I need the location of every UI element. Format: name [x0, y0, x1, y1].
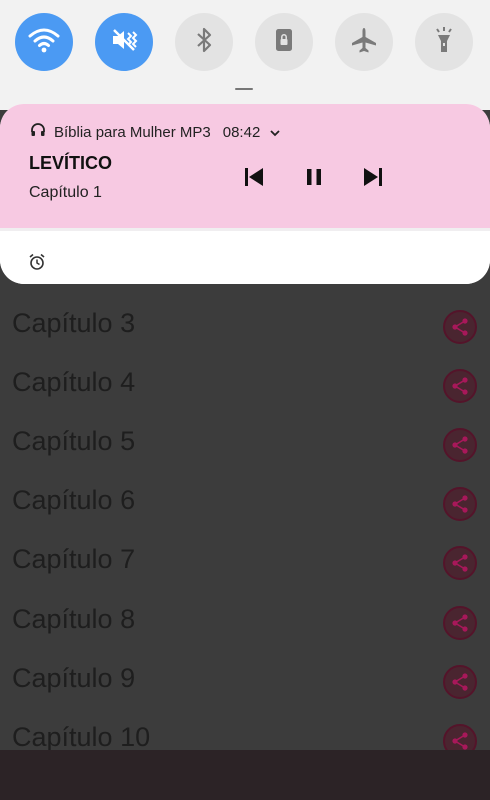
- portrait-lock-icon: [269, 25, 299, 60]
- airplane-mode-icon: [349, 25, 379, 60]
- bluetooth-icon: [189, 25, 219, 60]
- share-icon[interactable]: [443, 310, 477, 344]
- notification-time: 08:42: [222, 123, 261, 141]
- vibrate-icon: [107, 23, 141, 62]
- share-icon[interactable]: [443, 606, 477, 640]
- chapter-label: Capítulo 4: [12, 367, 136, 397]
- list-item[interactable]: Capítulo 8: [0, 592, 490, 651]
- skip-previous-icon[interactable]: [241, 164, 267, 190]
- flashlight-icon: [429, 25, 459, 60]
- notification-footer: [0, 228, 490, 284]
- share-icon[interactable]: [443, 428, 477, 462]
- chapter-label: Capítulo 6: [12, 485, 136, 515]
- wifi-toggle[interactable]: [15, 13, 73, 71]
- media-notification[interactable]: Bíblia para Mulher MP3 08:42 LEVÍTICO Ca…: [0, 104, 490, 284]
- share-icon[interactable]: [443, 724, 477, 750]
- airplane-mode-toggle[interactable]: [335, 13, 393, 71]
- panel-drag-handle[interactable]: [235, 88, 253, 90]
- portrait-lock-toggle[interactable]: [255, 13, 313, 71]
- share-icon[interactable]: [443, 665, 477, 699]
- skip-next-icon[interactable]: [360, 164, 386, 190]
- chapter-label: Capítulo 9: [12, 663, 136, 693]
- track-subtitle: Capítulo 1: [29, 184, 102, 201]
- notification-header: Bíblia para Mulher MP3 08:42: [30, 123, 280, 141]
- share-icon[interactable]: [443, 546, 477, 580]
- wifi-icon: [27, 23, 61, 62]
- share-icon[interactable]: [443, 369, 477, 403]
- app-name: Bíblia para Mulher MP3: [54, 123, 211, 141]
- chapter-label: Capítulo 7: [12, 544, 136, 574]
- chevron-down-icon[interactable]: [270, 124, 280, 141]
- bluetooth-toggle[interactable]: [175, 13, 233, 71]
- chapter-label: Capítulo 5: [12, 426, 136, 456]
- chapter-label: Capítulo 8: [12, 604, 136, 634]
- flashlight-toggle[interactable]: [415, 13, 473, 71]
- share-icon[interactable]: [443, 487, 477, 521]
- list-item[interactable]: Capítulo 7: [0, 532, 490, 591]
- list-item[interactable]: Capítulo 3: [0, 296, 490, 355]
- headphones-icon: [30, 122, 46, 142]
- track-title: LEVÍTICO: [29, 153, 113, 173]
- chapter-list: Capítulo 3 Capítulo 4 Capítulo 5 Capítul…: [0, 290, 490, 750]
- chapter-label: Capítulo 10: [12, 722, 151, 750]
- chapter-label: Capítulo 3: [12, 308, 136, 338]
- list-item[interactable]: Capítulo 4: [0, 355, 490, 414]
- quick-settings-panel: [0, 0, 490, 110]
- media-player-area: Bíblia para Mulher MP3 08:42 LEVÍTICO Ca…: [0, 104, 490, 228]
- list-item[interactable]: Capítulo 10: [0, 710, 490, 750]
- sound-mode-toggle[interactable]: [95, 13, 153, 71]
- bottom-bar: [0, 750, 490, 800]
- pause-icon[interactable]: [301, 164, 327, 190]
- list-item[interactable]: Capítulo 9: [0, 651, 490, 710]
- alarm-icon: [28, 253, 46, 271]
- list-item[interactable]: Capítulo 6: [0, 473, 490, 532]
- list-item[interactable]: Capítulo 5: [0, 414, 490, 473]
